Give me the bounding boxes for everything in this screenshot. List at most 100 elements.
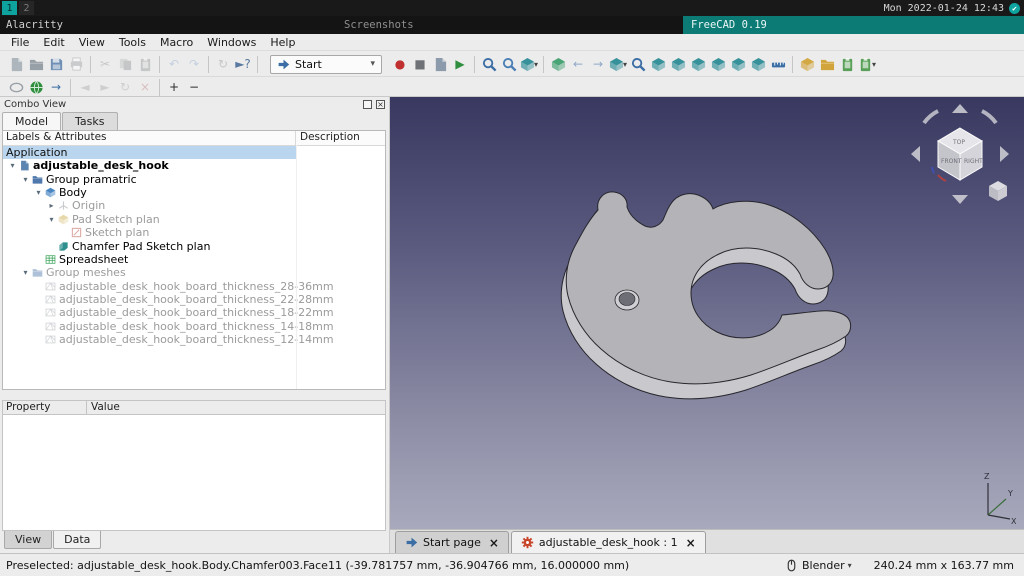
navcube-rotate-right-icon[interactable] [982,111,996,123]
navigation-cube[interactable]: TOP FRONT RIGHT [908,103,1012,207]
create-part-button[interactable] [797,54,817,74]
open-document-button[interactable] [26,54,46,74]
tree-item[interactable]: Spreadsheet [3,253,385,266]
tree-item[interactable]: ▸Origin [3,199,385,212]
tree-item[interactable]: Chamfer Pad Sketch plan [3,239,385,252]
screw-hole[interactable] [619,293,635,306]
new-document-button[interactable] [6,54,26,74]
document-tab[interactable]: Start page× [395,531,509,553]
zoom-in-button[interactable] [628,54,648,74]
folder-icon [32,174,43,185]
combo-view-titlebar[interactable]: Combo View × [0,97,389,112]
tree-item-application[interactable]: Application [3,146,296,159]
combo-view-tabs: ModelTasks [2,112,119,130]
navcube-cube[interactable]: TOP FRONT RIGHT [938,128,983,180]
magnifier-icon [482,57,497,72]
property-tab-view[interactable]: View [4,531,52,549]
link-actions-button[interactable]: ▾ [857,54,877,74]
tree-expander-icon[interactable]: ▾ [46,215,57,224]
cube-icon [711,57,726,72]
menu-view[interactable]: View [72,36,112,49]
view-right-button[interactable] [688,54,708,74]
zoom-out-browser-button[interactable]: − [184,78,204,97]
3d-viewport[interactable]: TOP FRONT RIGHT Z Y X [390,97,1024,529]
open-website-button[interactable] [26,78,46,97]
menu-file[interactable]: File [4,36,36,49]
tree-item-label: adjustable_desk_hook [33,159,169,172]
tree-item[interactable]: adjustable_desk_hook_board_thickness_28-… [3,280,385,293]
macro-record-button[interactable]: ● [390,54,410,74]
view-rear-button[interactable] [708,54,728,74]
start-page-link-button[interactable]: → [46,78,66,97]
tree-item[interactable]: ▾Pad Sketch plan [3,213,385,226]
workbench-selector[interactable]: Start▾ [270,55,382,74]
navcube-arrow-left[interactable] [911,146,920,162]
tree-item[interactable]: adjustable_desk_hook_board_thickness_12-… [3,333,385,346]
view-isometric-button[interactable] [548,54,568,74]
tree-item[interactable]: ▾Group meshes [3,266,385,279]
view-front-button[interactable] [648,54,668,74]
tree-expander-icon[interactable]: ▾ [20,268,31,277]
view-next-button[interactable]: → [588,54,608,74]
whats-this-button[interactable]: ►? [233,54,253,74]
view-left-button[interactable] [748,54,768,74]
float-panel-icon[interactable] [363,100,372,109]
workspace-2[interactable]: 2 [19,1,34,15]
make-link-button[interactable] [837,54,857,74]
tree-item-label: adjustable_desk_hook_board_thickness_14-… [59,320,334,333]
view-bottom-button[interactable] [728,54,748,74]
close-panel-icon[interactable]: × [376,100,385,109]
menu-tools[interactable]: Tools [112,36,153,49]
property-tab-data[interactable]: Data [53,531,101,549]
menu-macro[interactable]: Macro [153,36,200,49]
tree-item[interactable]: ▾Body [3,186,385,199]
navcube-mini-cube[interactable] [989,181,1007,201]
document-tab[interactable]: adjustable_desk_hook : 1× [511,531,706,553]
menu-windows[interactable]: Windows [200,36,263,49]
navigation-style-selector[interactable]: Blender ▾ [785,559,852,572]
combo-tab-model[interactable]: Model [2,112,61,130]
tree-item[interactable]: Sketch plan [3,226,385,239]
measure-distance-button[interactable] [768,54,788,74]
close-tab-icon[interactable]: × [686,536,696,550]
tree-item[interactable]: ▾ adjustable_desk_hook [3,159,385,172]
tree-item[interactable]: ▾Group pramatric [3,172,385,185]
panel-splitter[interactable] [0,390,389,400]
navigation-toolbar: →◄►↻×+− [0,78,1024,97]
macro-stop-button[interactable]: ■ [410,54,430,74]
tree-item[interactable]: adjustable_desk_hook_board_thickness_18-… [3,306,385,319]
draw-style-button[interactable]: ▾ [519,54,539,74]
undo-button: ↶ [164,54,184,74]
tree-expander-icon[interactable]: ▸ [46,201,57,210]
web-forward-icon: ► [100,81,109,93]
menu-help[interactable]: Help [263,36,302,49]
workspace-switcher[interactable]: 12 [2,1,34,15]
tree-expander-icon[interactable]: ▾ [33,188,44,197]
create-group-button[interactable] [817,54,837,74]
fit-selection-button[interactable] [499,54,519,74]
zoom-in-browser-button[interactable]: + [164,78,184,97]
combo-tab-tasks[interactable]: Tasks [62,112,117,130]
menu-bar: FileEditViewToolsMacroWindowsHelp [0,34,1024,51]
view-group-button[interactable]: ▾ [608,54,628,74]
close-tab-icon[interactable]: × [489,536,499,550]
view-previous-button[interactable]: ← [568,54,588,74]
model-3d-part[interactable] [561,192,850,399]
tree-item[interactable]: adjustable_desk_hook_board_thickness_22-… [3,293,385,306]
navcube-rotate-left-icon[interactable] [924,111,938,123]
macro-edit-button[interactable] [430,54,450,74]
macro-execute-button[interactable]: ▶ [450,54,470,74]
workspace-1[interactable]: 1 [2,1,17,15]
save-document-button[interactable] [46,54,66,74]
tree-expander-icon[interactable]: ▾ [20,175,31,184]
navcube-right-label: RIGHT [964,158,983,165]
navcube-arrow-right[interactable] [1000,146,1009,162]
tree-expander-icon[interactable]: ▾ [7,161,18,170]
menu-edit[interactable]: Edit [36,36,71,49]
navcube-arrow-up[interactable] [952,104,968,113]
draft-ellipse-button[interactable] [6,78,26,97]
navcube-arrow-down[interactable] [952,195,968,204]
view-top-button[interactable] [668,54,688,74]
tree-item[interactable]: adjustable_desk_hook_board_thickness_14-… [3,320,385,333]
fit-all-button[interactable] [479,54,499,74]
